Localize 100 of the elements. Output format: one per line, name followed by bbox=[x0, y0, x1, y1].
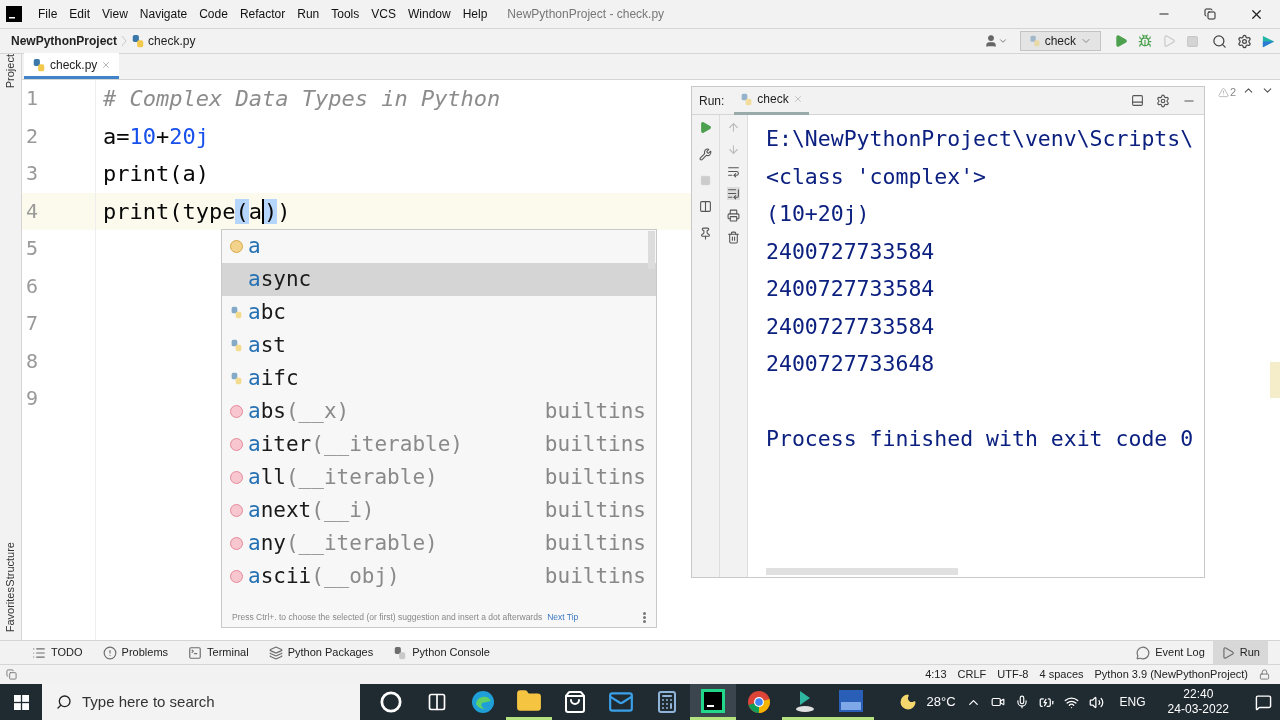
menu-item[interactable]: Refactor bbox=[233, 5, 292, 23]
debug-icon[interactable] bbox=[1138, 34, 1152, 48]
menu-item[interactable]: View bbox=[96, 5, 134, 23]
soft-wrap-icon[interactable] bbox=[727, 165, 740, 178]
taskbar-search-field[interactable]: Type here to search bbox=[42, 684, 360, 720]
settings-icon[interactable] bbox=[1237, 33, 1252, 49]
completion-item[interactable]: a bbox=[222, 230, 656, 263]
tool-window-tab[interactable]: Event Log bbox=[1128, 640, 1213, 665]
language-indicator[interactable]: ENG bbox=[1119, 693, 1146, 711]
plugin-logo-icon[interactable] bbox=[1261, 33, 1276, 49]
status-item[interactable]: CRLF bbox=[957, 666, 987, 683]
completion-item[interactable]: async bbox=[222, 263, 656, 296]
completion-item[interactable]: ascii(__obj) builtins bbox=[222, 560, 656, 593]
scroll-to-end-icon[interactable] bbox=[727, 187, 740, 200]
scrollbar-thumb[interactable] bbox=[648, 231, 655, 269]
chrome-icon[interactable] bbox=[746, 689, 772, 715]
weather-icon[interactable] bbox=[898, 693, 917, 711]
ide-icon[interactable] bbox=[838, 687, 864, 714]
side-tab[interactable]: Favorites bbox=[0, 586, 23, 632]
calculator-icon[interactable] bbox=[655, 690, 679, 714]
cortana-icon[interactable] bbox=[380, 691, 402, 713]
chevron-right-icon bbox=[121, 34, 128, 48]
ide-icon[interactable] bbox=[700, 687, 726, 714]
wrench-icon[interactable] bbox=[699, 148, 712, 161]
menu-item[interactable]: Navigate bbox=[133, 5, 194, 23]
task-view-icon[interactable] bbox=[427, 692, 447, 712]
completion-item[interactable]: abs(__x) builtins bbox=[222, 395, 656, 428]
more-options-icon[interactable] bbox=[643, 611, 646, 623]
temperature[interactable]: 28°C bbox=[926, 692, 956, 712]
completion-item[interactable]: anext(__i) builtins bbox=[222, 494, 656, 527]
function-icon bbox=[230, 438, 243, 451]
warning-count[interactable]: 2 bbox=[1229, 84, 1236, 101]
folder-icon[interactable] bbox=[516, 687, 542, 714]
breadcrumb-file[interactable]: check.py bbox=[148, 32, 196, 50]
menu-item[interactable]: Edit bbox=[63, 5, 97, 23]
user-icon[interactable] bbox=[983, 34, 1008, 48]
editor-tab[interactable]: check.py bbox=[24, 53, 120, 79]
tool-window-tab[interactable]: Problems bbox=[94, 640, 177, 665]
app-logo-icon bbox=[6, 6, 22, 22]
breadcrumb-project[interactable]: NewPythonProject bbox=[11, 32, 118, 50]
search-placeholder: Type here to search bbox=[82, 691, 215, 712]
completion-item[interactable]: any(__iterable) builtins bbox=[222, 527, 656, 560]
completion-source: builtins bbox=[544, 397, 646, 425]
settings-icon[interactable] bbox=[1156, 93, 1170, 108]
menu-item[interactable]: File bbox=[32, 5, 64, 23]
console-tab[interactable]: check bbox=[734, 86, 809, 115]
status-item[interactable]: 4:13 bbox=[925, 666, 947, 683]
status-item[interactable]: UTF-8 bbox=[997, 666, 1029, 683]
pin-icon[interactable] bbox=[699, 227, 712, 240]
run-icon[interactable] bbox=[1114, 34, 1128, 48]
menu-item[interactable]: Code bbox=[193, 5, 234, 23]
menu-item[interactable]: Run bbox=[291, 5, 326, 23]
status-item[interactable]: 4 spaces bbox=[1039, 666, 1084, 683]
status-item[interactable]: Python 3.9 (NewPythonProject) bbox=[1094, 666, 1248, 683]
code-line: # Complex Data Types in Python bbox=[103, 86, 501, 111]
lock-icon[interactable] bbox=[1259, 669, 1270, 680]
tool-window-tab[interactable]: Python Console bbox=[385, 640, 498, 665]
side-tab[interactable]: Structure bbox=[0, 542, 23, 587]
menu-item[interactable]: Tools bbox=[325, 5, 366, 23]
browser-icon[interactable] bbox=[470, 689, 496, 715]
layout-icon[interactable] bbox=[1131, 94, 1144, 107]
restore-icon[interactable] bbox=[1204, 8, 1216, 20]
clock[interactable]: 22:40 24-03-2022 bbox=[1167, 687, 1229, 717]
completion-item[interactable]: all(__iterable) builtins bbox=[222, 461, 656, 494]
completion-source: builtins bbox=[544, 562, 646, 590]
python-icon bbox=[393, 645, 408, 660]
tool-window-tab[interactable]: Python Packages bbox=[260, 640, 382, 665]
speech-bubble-icon bbox=[1136, 645, 1151, 660]
mail-icon[interactable] bbox=[608, 689, 634, 715]
store-icon[interactable] bbox=[563, 690, 587, 714]
line-number: 7 bbox=[25, 310, 40, 337]
search-icon[interactable] bbox=[1212, 33, 1227, 49]
project-side-tab[interactable]: Project bbox=[0, 54, 23, 89]
completion-item[interactable]: abc bbox=[222, 296, 656, 329]
menu-item[interactable]: Window bbox=[401, 5, 457, 23]
tool-window-tab[interactable]: Terminal bbox=[180, 640, 257, 665]
completion-item[interactable]: aiter(__iterable) builtins bbox=[222, 428, 656, 461]
windows-start-icon[interactable] bbox=[13, 694, 29, 710]
menu-item[interactable]: VCS bbox=[365, 5, 402, 23]
next-tip-link[interactable]: Next Tip bbox=[547, 610, 579, 624]
scrollbar-thumb[interactable] bbox=[766, 568, 958, 575]
layout-icon[interactable] bbox=[699, 200, 712, 213]
rerun-icon[interactable] bbox=[699, 121, 712, 134]
volume-icon[interactable] bbox=[1088, 694, 1104, 710]
run-label: Run: bbox=[699, 92, 725, 110]
completion-item[interactable]: ast bbox=[222, 329, 656, 362]
completion-item[interactable]: aifc bbox=[222, 362, 656, 395]
tool-window-tab[interactable]: TODO bbox=[24, 640, 91, 665]
trash-icon[interactable] bbox=[727, 231, 740, 244]
wifi-icon[interactable] bbox=[1063, 694, 1079, 710]
print-icon[interactable] bbox=[727, 209, 740, 222]
notifications-icon[interactable] bbox=[1255, 693, 1272, 711]
microphone-icon[interactable] bbox=[1014, 695, 1029, 709]
run-config-dropdown[interactable]: check bbox=[1019, 31, 1101, 51]
code-line: print(type(a)) bbox=[103, 198, 291, 224]
camera-icon[interactable] bbox=[990, 695, 1005, 709]
tool-windows-icon[interactable] bbox=[6, 669, 17, 680]
menu-item[interactable]: Help bbox=[456, 5, 494, 23]
tool-window-tab[interactable]: Run bbox=[1212, 640, 1268, 665]
module-icon bbox=[230, 339, 243, 352]
